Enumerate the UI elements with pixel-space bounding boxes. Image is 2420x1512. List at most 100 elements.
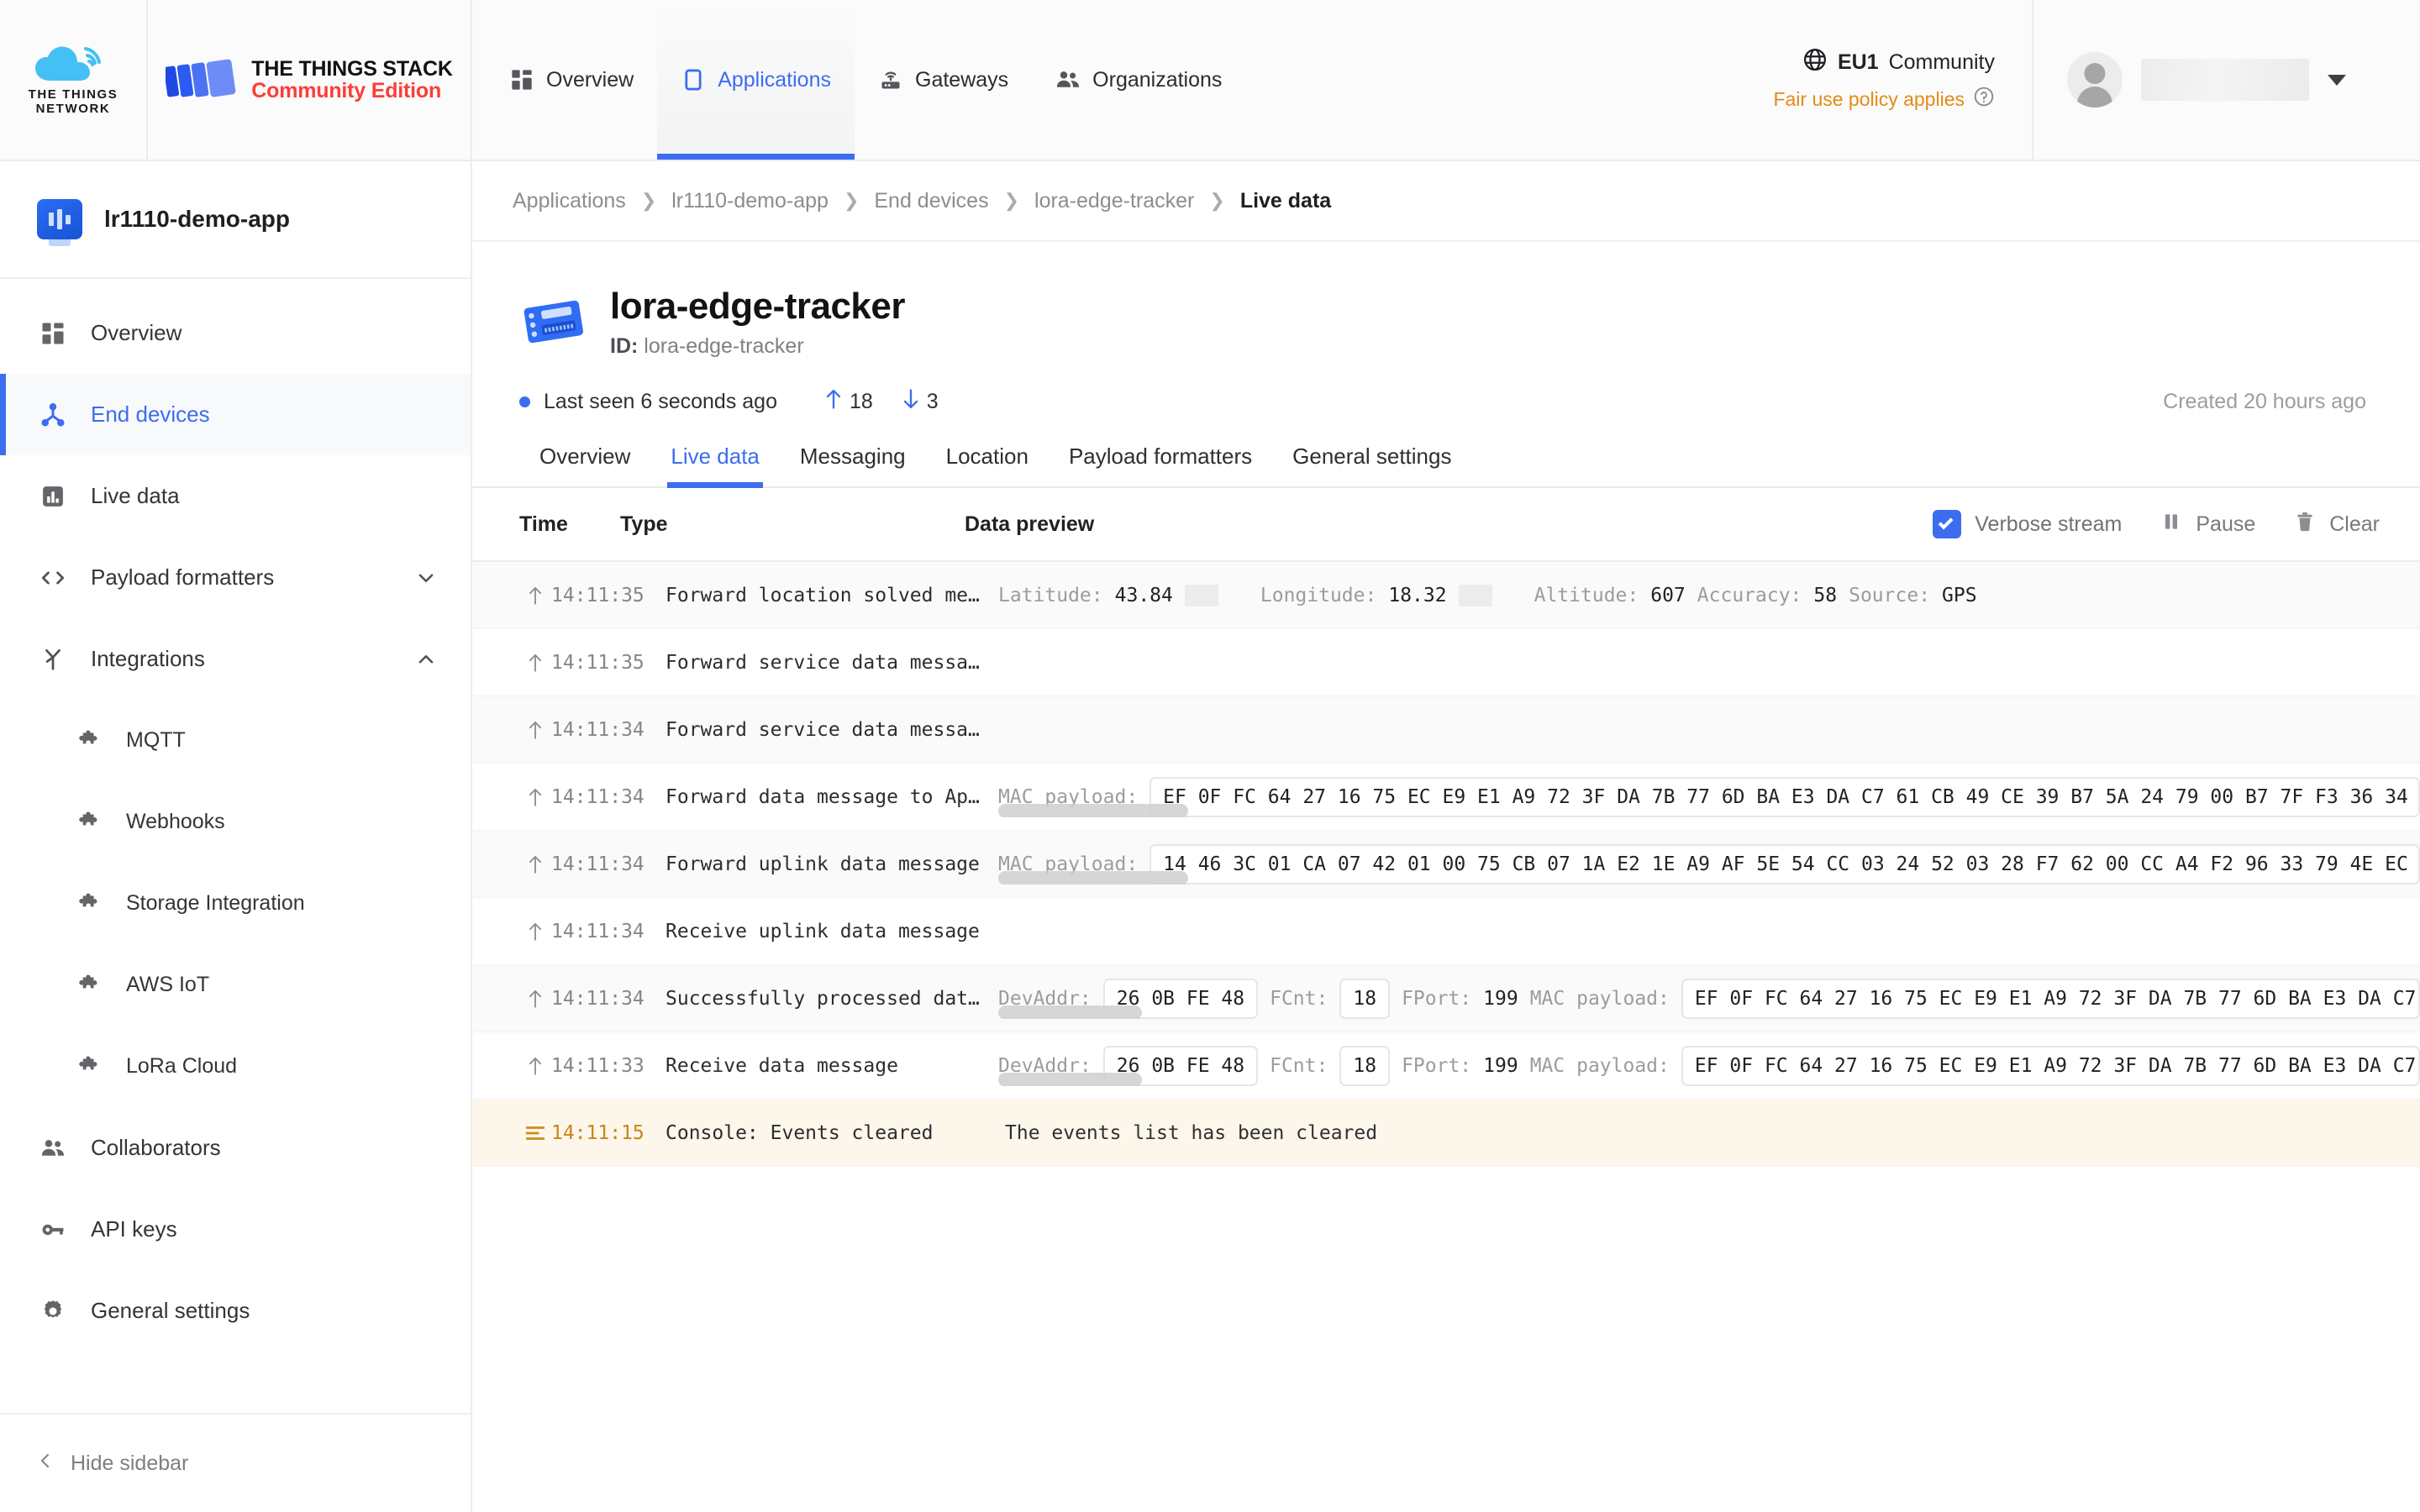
fair-use-link[interactable]: Fair use policy applies bbox=[1773, 86, 1995, 113]
chevron-up-icon[interactable] bbox=[415, 648, 437, 670]
table-row[interactable]: 14:11:35 Forward service data messa… bbox=[472, 629, 2420, 696]
chevron-down-icon[interactable] bbox=[415, 567, 437, 589]
mac-payload-value[interactable]: 14 46 3C 01 CA 07 42 01 00 75 CB 07 1A E… bbox=[1150, 843, 2420, 885]
breadcrumb-item-app[interactable]: lr1110-demo-app bbox=[671, 189, 829, 213]
created-label: Created 20 hours ago bbox=[2163, 390, 2366, 413]
sidebar-app-name: lr1110-demo-app bbox=[104, 206, 290, 232]
sidebar-item-storage-integration[interactable]: Storage Integration bbox=[0, 863, 471, 944]
longitude-label: Longitude: bbox=[1260, 584, 1377, 606]
sidebar-item-overview[interactable]: Overview bbox=[0, 292, 471, 374]
device-id: ID: lora-edge-tracker bbox=[610, 334, 905, 359]
table-row[interactable]: 14:11:34 Successfully processed dat… Dev… bbox=[472, 965, 2420, 1032]
event-type: Successfully processed dat… bbox=[666, 987, 980, 1010]
sidebar-item-integrations[interactable]: Integrations bbox=[0, 618, 471, 700]
column-header-type: Type bbox=[620, 512, 668, 536]
tab-overview[interactable]: Overview bbox=[519, 444, 650, 486]
nav-item-applications[interactable]: Applications bbox=[657, 0, 855, 160]
device-id-value: lora-edge-tracker bbox=[644, 334, 804, 358]
event-type: Receive data message bbox=[666, 1054, 898, 1077]
uplink-count-value: 18 bbox=[849, 390, 873, 413]
sidebar-item-general-settings[interactable]: General settings bbox=[0, 1270, 471, 1352]
mac-payload-value[interactable]: EF 0F FC 64 27 16 75 EC E9 E1 A9 72 3F D… bbox=[1150, 776, 2420, 817]
breadcrumb-separator: ❯ bbox=[1209, 190, 1225, 211]
organization-icon bbox=[1055, 67, 1081, 92]
tab-payload-formatters[interactable]: Payload formatters bbox=[1049, 444, 1272, 486]
sidebar-item-api-keys[interactable]: API keys bbox=[0, 1189, 471, 1270]
sidebar-app-header[interactable]: lr1110-demo-app bbox=[0, 161, 471, 279]
help-circle-icon[interactable] bbox=[1973, 86, 1995, 113]
mac-payload-label: MAC payload: bbox=[998, 853, 1189, 885]
sidebar-item-aws-iot[interactable]: AWS IoT bbox=[0, 944, 471, 1026]
nav-item-gateways[interactable]: Gateways bbox=[855, 0, 1032, 160]
table-row[interactable]: 14:11:15 Console: Events cleared The eve… bbox=[472, 1100, 2420, 1167]
fcnt-value[interactable]: 18 bbox=[1339, 1045, 1391, 1086]
sidebar-item-label: Payload formatters bbox=[91, 564, 275, 590]
sidebar-item-collaborators[interactable]: Collaborators bbox=[0, 1107, 471, 1189]
hide-sidebar-label: Hide sidebar bbox=[71, 1451, 189, 1475]
sidebar-item-end-devices[interactable]: End devices bbox=[0, 374, 471, 455]
user-menu[interactable] bbox=[2033, 0, 2420, 160]
tab-location[interactable]: Location bbox=[926, 444, 1049, 486]
table-row[interactable]: 14:11:34 Receive uplink data message bbox=[472, 898, 2420, 965]
arrow-up-icon bbox=[519, 853, 551, 875]
event-time: 14:11:35 bbox=[551, 651, 644, 674]
breadcrumb-item-device[interactable]: lora-edge-tracker bbox=[1034, 189, 1194, 213]
latitude-value: 43.84 bbox=[1114, 584, 1173, 606]
breadcrumb-item-live-data: Live data bbox=[1239, 188, 1332, 213]
ttn-logo[interactable]: THE THINGS NETWORK bbox=[0, 0, 148, 160]
table-row[interactable]: 14:11:34 Forward uplink data message MAC… bbox=[472, 831, 2420, 898]
pause-button[interactable]: Pause bbox=[2160, 511, 2255, 538]
ttn-logo-text: THE THINGS NETWORK bbox=[28, 87, 118, 116]
event-data-preview: DevAddr: 26 0B FE 48 FCnt: 18 FPort: 199… bbox=[998, 978, 2420, 1019]
tab-live-data[interactable]: Live data bbox=[650, 444, 780, 488]
arrow-up-icon bbox=[519, 921, 551, 942]
clear-button[interactable]: Clear bbox=[2294, 511, 2380, 538]
breadcrumb-separator: ❯ bbox=[1003, 190, 1020, 211]
redacted-block bbox=[1458, 584, 1492, 606]
verbose-stream-toggle[interactable]: Verbose stream bbox=[1933, 510, 2122, 538]
globe-icon bbox=[1802, 47, 1828, 78]
mac-payload-value[interactable]: EF 0F FC 64 27 16 75 EC E9 E1 A9 72 3F D… bbox=[1681, 978, 2420, 1019]
table-row[interactable]: 14:11:35 Forward location solved me… Lat… bbox=[472, 562, 2420, 629]
application-window: THE THINGS NETWORK THE THINGS STACK Comm… bbox=[0, 0, 2420, 1512]
sidebar-item-label: AWS IoT bbox=[126, 973, 210, 996]
table-row[interactable]: 14:11:34 Forward service data messa… bbox=[472, 696, 2420, 764]
chevron-down-icon[interactable] bbox=[2328, 74, 2346, 86]
fcnt-value[interactable]: 18 bbox=[1339, 978, 1391, 1019]
tab-messaging[interactable]: Messaging bbox=[780, 444, 926, 486]
device-header: lora-edge-tracker ID: lora-edge-tracker … bbox=[472, 242, 2420, 420]
sidebar-item-label: Webhooks bbox=[126, 810, 225, 833]
hide-sidebar-button[interactable]: Hide sidebar bbox=[0, 1413, 471, 1512]
fport-label: FPort: bbox=[1402, 987, 1472, 1010]
nav-item-organizations[interactable]: Organizations bbox=[1032, 0, 1245, 160]
column-header-data-preview: Data preview bbox=[965, 512, 1095, 536]
device-icon bbox=[519, 296, 588, 349]
mac-payload-value[interactable]: EF 0F FC 64 27 16 75 EC E9 E1 A9 72 3F D… bbox=[1681, 1045, 2420, 1086]
table-row[interactable]: 14:11:34 Forward data message to Ap… MAC… bbox=[472, 764, 2420, 831]
nav-label: Applications bbox=[718, 67, 831, 92]
event-time: 14:11:33 bbox=[551, 1054, 644, 1077]
sidebar-item-payload-formatters[interactable]: Payload formatters bbox=[0, 537, 471, 618]
altitude-value: 607 bbox=[1650, 584, 1686, 606]
breadcrumb-item-applications[interactable]: Applications bbox=[513, 189, 626, 213]
nav-item-overview[interactable]: Overview bbox=[486, 0, 657, 160]
sidebar-item-mqtt[interactable]: MQTT bbox=[0, 700, 471, 781]
checkbox-checked-icon[interactable] bbox=[1933, 510, 1962, 538]
sidebar-item-live-data[interactable]: Live data bbox=[0, 455, 471, 537]
fair-use-label: Fair use policy applies bbox=[1773, 87, 1965, 110]
column-header-time: Time bbox=[519, 512, 568, 536]
event-data-preview: Latitude: 43.84 Longitude: 18.32 Altitud… bbox=[998, 584, 2420, 606]
chevron-left-icon bbox=[35, 1451, 55, 1477]
table-row[interactable]: 14:11:33 Receive data message DevAddr: 2… bbox=[472, 1032, 2420, 1100]
sidebar-item-lora-cloud[interactable]: LoRa Cloud bbox=[0, 1026, 471, 1107]
things-stack-logo[interactable]: THE THINGS STACK Community Edition bbox=[148, 0, 472, 160]
event-time: 14:11:15 bbox=[551, 1121, 644, 1144]
last-seen-label: Last seen 6 seconds ago bbox=[544, 390, 777, 413]
sidebar-item-webhooks[interactable]: Webhooks bbox=[0, 781, 471, 863]
puzzle-icon bbox=[72, 1051, 104, 1083]
tab-general-settings[interactable]: General settings bbox=[1272, 444, 1471, 486]
event-time: 14:11:34 bbox=[551, 853, 644, 875]
sidebar-item-label: Live data bbox=[91, 483, 180, 508]
breadcrumb-item-end-devices[interactable]: End devices bbox=[874, 189, 988, 213]
device-meta: Last seen 6 seconds ago 18 3 Created 20 … bbox=[519, 387, 2373, 420]
